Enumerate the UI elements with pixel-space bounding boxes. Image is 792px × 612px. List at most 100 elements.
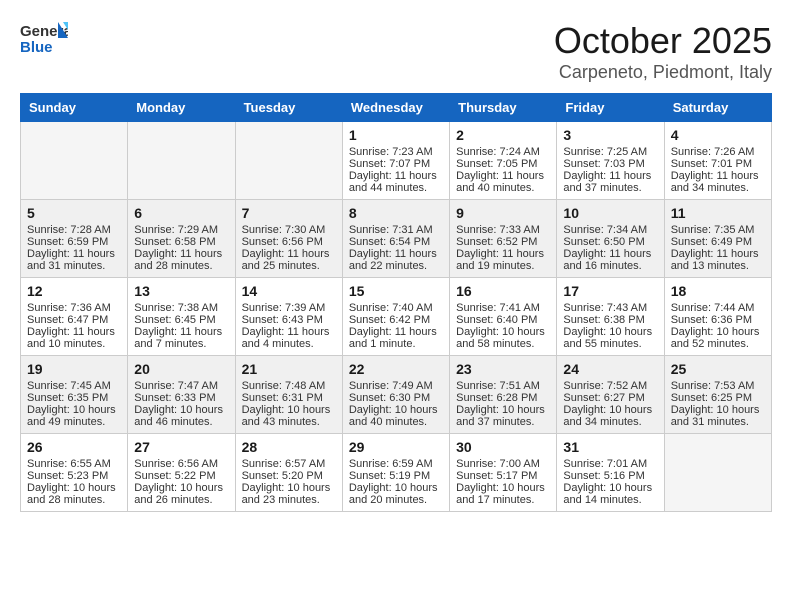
- day-info-line: Sunrise: 7:29 AM: [134, 224, 228, 236]
- calendar-cell: 1Sunrise: 7:23 AMSunset: 7:07 PMDaylight…: [342, 122, 449, 200]
- day-info-line: Sunset: 6:40 PM: [456, 314, 550, 326]
- day-number: 9: [456, 205, 550, 221]
- day-number: 31: [563, 439, 657, 455]
- month-year-title: October 2025: [554, 20, 772, 62]
- calendar-cell: [235, 122, 342, 200]
- day-info-line: Daylight: 11 hours: [671, 248, 765, 260]
- day-info-line: Daylight: 10 hours: [134, 482, 228, 494]
- day-number: 14: [242, 283, 336, 299]
- day-info-line: and 28 minutes.: [134, 260, 228, 272]
- day-info-line: Sunrise: 7:35 AM: [671, 224, 765, 236]
- day-number: 10: [563, 205, 657, 221]
- day-number: 16: [456, 283, 550, 299]
- day-info-line: Sunset: 6:31 PM: [242, 392, 336, 404]
- day-info-line: Daylight: 11 hours: [27, 248, 121, 260]
- calendar-cell: 21Sunrise: 7:48 AMSunset: 6:31 PMDayligh…: [235, 356, 342, 434]
- day-info-line: Sunrise: 7:25 AM: [563, 146, 657, 158]
- logo-icon: General Blue: [20, 20, 68, 56]
- day-info-line: Daylight: 11 hours: [134, 326, 228, 338]
- day-info-line: Sunrise: 7:01 AM: [563, 458, 657, 470]
- day-info-line: and 20 minutes.: [349, 494, 443, 506]
- calendar-cell: 29Sunrise: 6:59 AMSunset: 5:19 PMDayligh…: [342, 434, 449, 512]
- day-info-line: Sunrise: 7:41 AM: [456, 302, 550, 314]
- day-number: 25: [671, 361, 765, 377]
- day-info-line: and 44 minutes.: [349, 182, 443, 194]
- day-info-line: and 37 minutes.: [563, 182, 657, 194]
- day-info-line: Sunset: 7:05 PM: [456, 158, 550, 170]
- day-info-line: Sunrise: 7:43 AM: [563, 302, 657, 314]
- day-number: 2: [456, 127, 550, 143]
- calendar-cell: 9 Sunrise: 7:33 AMSunset: 6:52 PMDaylight…: [450, 200, 557, 278]
- header-day-tuesday: Tuesday: [235, 94, 342, 122]
- day-info-line: Sunset: 6:30 PM: [349, 392, 443, 404]
- day-info-line: and 49 minutes.: [27, 416, 121, 428]
- day-number: 15: [349, 283, 443, 299]
- day-info-line: and 26 minutes.: [134, 494, 228, 506]
- day-number: 18: [671, 283, 765, 299]
- day-info-line: Sunset: 6:35 PM: [27, 392, 121, 404]
- day-number: 22: [349, 361, 443, 377]
- day-number: 27: [134, 439, 228, 455]
- calendar-cell: 31Sunrise: 7:01 AMSunset: 5:16 PMDayligh…: [557, 434, 664, 512]
- day-info-line: Sunrise: 6:59 AM: [349, 458, 443, 470]
- calendar-title: October 2025 Carpeneto, Piedmont, Italy: [554, 20, 772, 83]
- day-info-line: and 46 minutes.: [134, 416, 228, 428]
- day-number: 13: [134, 283, 228, 299]
- day-info-line: Sunset: 7:07 PM: [349, 158, 443, 170]
- day-info-line: Sunrise: 7:33 AM: [456, 224, 550, 236]
- day-info-line: Daylight: 11 hours: [456, 248, 550, 260]
- day-info-line: Daylight: 10 hours: [242, 404, 336, 416]
- day-info-line: Sunrise: 7:34 AM: [563, 224, 657, 236]
- calendar-cell: 5Sunrise: 7:28 AMSunset: 6:59 PMDaylight…: [21, 200, 128, 278]
- day-info-line: Sunset: 6:58 PM: [134, 236, 228, 248]
- day-info-line: Daylight: 10 hours: [134, 404, 228, 416]
- calendar-cell: [128, 122, 235, 200]
- day-info-line: Daylight: 11 hours: [27, 326, 121, 338]
- calendar-cell: 22Sunrise: 7:49 AMSunset: 6:30 PMDayligh…: [342, 356, 449, 434]
- day-info-line: Daylight: 10 hours: [456, 482, 550, 494]
- day-info-line: and 34 minutes.: [563, 416, 657, 428]
- day-info-line: Sunrise: 7:26 AM: [671, 146, 765, 158]
- day-number: 24: [563, 361, 657, 377]
- day-info-line: Daylight: 11 hours: [456, 170, 550, 182]
- day-info-line: and 13 minutes.: [671, 260, 765, 272]
- calendar-cell: [664, 434, 771, 512]
- header-day-wednesday: Wednesday: [342, 94, 449, 122]
- day-info-line: and 4 minutes.: [242, 338, 336, 350]
- day-info-line: Sunrise: 7:36 AM: [27, 302, 121, 314]
- calendar-table: SundayMondayTuesdayWednesdayThursdayFrid…: [20, 93, 772, 512]
- header-day-thursday: Thursday: [450, 94, 557, 122]
- day-number: 8: [349, 205, 443, 221]
- calendar-cell: 30Sunrise: 7:00 AMSunset: 5:17 PMDayligh…: [450, 434, 557, 512]
- day-info-line: and 1 minute.: [349, 338, 443, 350]
- day-info-line: Daylight: 11 hours: [349, 248, 443, 260]
- calendar-week-row: 1Sunrise: 7:23 AMSunset: 7:07 PMDaylight…: [21, 122, 772, 200]
- location-subtitle: Carpeneto, Piedmont, Italy: [554, 62, 772, 83]
- day-info-line: Sunset: 6:25 PM: [671, 392, 765, 404]
- day-info-line: Sunset: 6:56 PM: [242, 236, 336, 248]
- day-number: 20: [134, 361, 228, 377]
- day-info-line: Daylight: 10 hours: [349, 404, 443, 416]
- day-info-line: Sunset: 6:52 PM: [456, 236, 550, 248]
- day-info-line: Daylight: 11 hours: [349, 326, 443, 338]
- day-info-line: Sunrise: 7:47 AM: [134, 380, 228, 392]
- calendar-cell: 15Sunrise: 7:40 AMSunset: 6:42 PMDayligh…: [342, 278, 449, 356]
- day-info-line: Daylight: 10 hours: [456, 326, 550, 338]
- day-info-line: and 37 minutes.: [456, 416, 550, 428]
- calendar-week-row: 19Sunrise: 7:45 AMSunset: 6:35 PMDayligh…: [21, 356, 772, 434]
- day-info-line: Sunset: 5:19 PM: [349, 470, 443, 482]
- calendar-cell: 13Sunrise: 7:38 AMSunset: 6:45 PMDayligh…: [128, 278, 235, 356]
- day-number: 11: [671, 205, 765, 221]
- day-info-line: Daylight: 11 hours: [563, 170, 657, 182]
- day-info-line: Sunrise: 6:57 AM: [242, 458, 336, 470]
- day-info-line: Sunset: 5:20 PM: [242, 470, 336, 482]
- day-info-line: Sunset: 6:42 PM: [349, 314, 443, 326]
- calendar-cell: 7Sunrise: 7:30 AMSunset: 6:56 PMDaylight…: [235, 200, 342, 278]
- calendar-cell: 27Sunrise: 6:56 AMSunset: 5:22 PMDayligh…: [128, 434, 235, 512]
- day-info-line: and 40 minutes.: [456, 182, 550, 194]
- day-info-line: and 17 minutes.: [456, 494, 550, 506]
- day-info-line: Sunset: 6:50 PM: [563, 236, 657, 248]
- logo: General Blue: [20, 20, 68, 56]
- day-info-line: Sunset: 5:16 PM: [563, 470, 657, 482]
- calendar-cell: 19Sunrise: 7:45 AMSunset: 6:35 PMDayligh…: [21, 356, 128, 434]
